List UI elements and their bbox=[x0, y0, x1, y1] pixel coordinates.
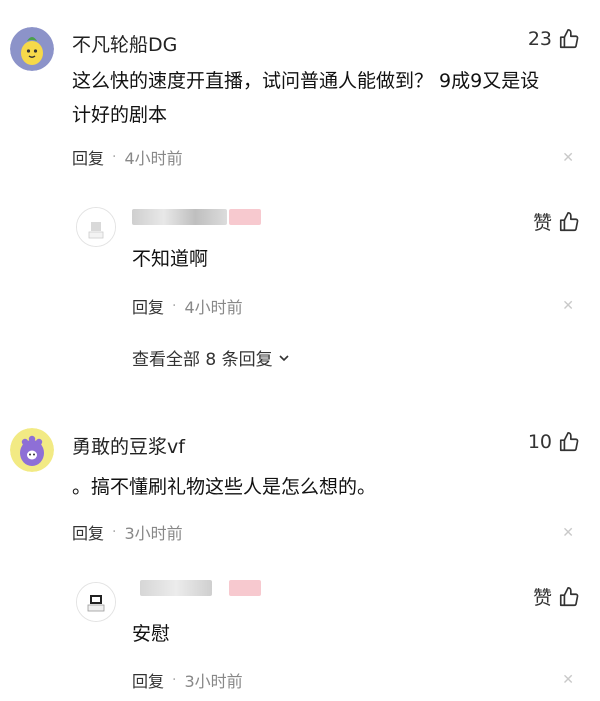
chevron-down-icon bbox=[279, 354, 289, 361]
reply-meta: 回复 · 3小时前 bbox=[132, 668, 243, 692]
reply-avatar[interactable] bbox=[76, 207, 116, 247]
close-icon[interactable]: ✕ bbox=[562, 298, 574, 314]
thumbs-up-icon bbox=[559, 586, 579, 606]
reply-button[interactable]: 回复 bbox=[72, 520, 104, 544]
comment-username[interactable]: 勇敢的豆浆vf bbox=[72, 432, 185, 459]
avatar[interactable] bbox=[10, 27, 54, 71]
reply-meta: 回复 · 4小时前 bbox=[132, 294, 243, 318]
like-button[interactable]: 10 bbox=[528, 431, 580, 453]
separator-dot: · bbox=[112, 524, 117, 540]
comment-meta: 回复 · 4小时前 bbox=[72, 145, 183, 169]
thumbs-up-icon bbox=[559, 211, 579, 231]
thumbs-up-icon bbox=[559, 432, 579, 452]
close-icon[interactable]: ✕ bbox=[562, 150, 574, 166]
reply-button[interactable]: 回复 bbox=[132, 294, 164, 318]
reply-username-blurred bbox=[140, 580, 212, 596]
avatar[interactable] bbox=[10, 428, 54, 472]
separator-dot: · bbox=[172, 672, 177, 688]
comment-time: 3小时前 bbox=[124, 524, 183, 543]
comment-text: 这么快的速度开直播，试问普通人能做到？ 9成9又是设 计好的剧本 bbox=[72, 70, 540, 126]
close-icon[interactable]: ✕ bbox=[562, 672, 574, 688]
reply-username-blurred bbox=[132, 209, 227, 225]
close-icon[interactable]: ✕ bbox=[562, 525, 574, 541]
reply-like-button[interactable]: 赞 bbox=[533, 208, 580, 235]
reply-text: 安慰 bbox=[132, 623, 171, 645]
reply-tag-blurred bbox=[229, 580, 261, 596]
reply-button[interactable]: 回复 bbox=[132, 668, 164, 692]
reply-time: 3小时前 bbox=[184, 672, 243, 691]
separator-dot: · bbox=[112, 149, 117, 165]
reply-avatar[interactable] bbox=[76, 582, 116, 622]
comment-meta: 回复 · 3小时前 bbox=[72, 520, 183, 544]
reply-time: 4小时前 bbox=[184, 298, 243, 317]
reply-tag-blurred bbox=[229, 209, 261, 225]
like-count: 23 bbox=[527, 28, 552, 50]
like-button[interactable]: 23 bbox=[528, 28, 580, 50]
separator-dot: · bbox=[172, 298, 177, 314]
reply-like-label: 赞 bbox=[532, 587, 552, 609]
thumbs-up-icon bbox=[559, 29, 579, 49]
reply-like-button[interactable]: 赞 bbox=[533, 583, 580, 610]
view-all-replies-link[interactable]: 查看全部 8 条回复 bbox=[132, 345, 291, 370]
like-count: 10 bbox=[527, 431, 552, 453]
comment-time: 4小时前 bbox=[124, 149, 183, 168]
comment-username[interactable]: 不凡轮船DG bbox=[72, 30, 177, 57]
reply-like-label: 赞 bbox=[532, 212, 552, 234]
comment-text: 。搞不懂刷礼物这些人是怎么想的。 bbox=[72, 476, 377, 498]
reply-button[interactable]: 回复 bbox=[72, 145, 104, 169]
reply-text: 不知道啊 bbox=[132, 248, 209, 270]
